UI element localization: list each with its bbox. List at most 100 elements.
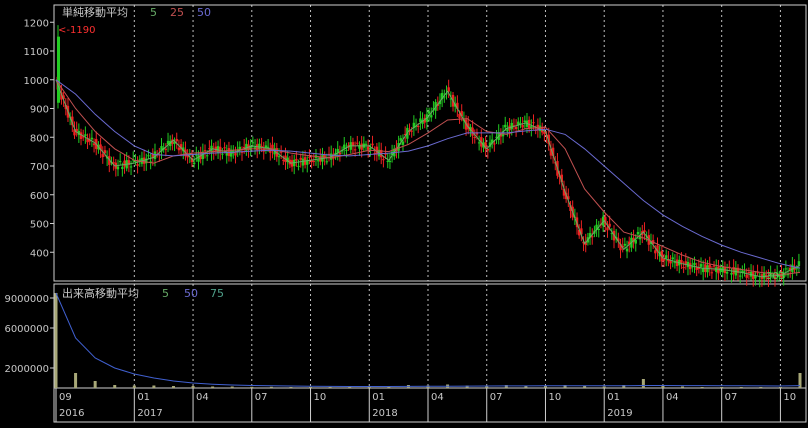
x-month-label: 09 xyxy=(59,392,72,403)
price-y-tick-label: 1200 xyxy=(24,18,49,29)
volume-bar xyxy=(191,386,195,388)
candle-down xyxy=(177,147,181,151)
x-month-label: 10 xyxy=(548,392,561,403)
candle-down xyxy=(608,223,611,227)
volume-bar xyxy=(152,385,156,388)
ma50-line xyxy=(55,79,801,269)
candle-down xyxy=(669,260,672,264)
volume-bar xyxy=(250,386,254,388)
candle-down xyxy=(175,138,178,142)
candle-down xyxy=(208,148,211,150)
candle-up xyxy=(634,239,637,244)
volume-bar xyxy=(93,381,97,388)
price-ma-lines xyxy=(55,79,801,278)
x-month-label: 01 xyxy=(607,392,620,403)
candle-up xyxy=(623,243,627,246)
candle-down xyxy=(712,265,716,267)
high-price-marker: <-1190 xyxy=(58,25,95,36)
candle-down xyxy=(410,130,413,132)
candle-up xyxy=(401,141,405,145)
candle-up xyxy=(138,159,141,161)
x-month-label: 10 xyxy=(783,392,796,403)
candle-up xyxy=(784,268,788,270)
chart-canvas: 400 500 600 700 800 900 1000 1100 1200 2000000 60… xyxy=(4,4,807,423)
candle-up xyxy=(205,155,209,157)
candle-up xyxy=(84,134,87,137)
price-y-tick-label: 400 xyxy=(30,248,49,259)
candle-up xyxy=(701,268,705,273)
x-month-label: 07 xyxy=(255,392,268,403)
x-year-label: 2016 xyxy=(59,408,84,419)
candle-down xyxy=(514,126,518,130)
candle-down xyxy=(295,158,298,161)
candle-up xyxy=(430,115,433,118)
candle-up xyxy=(116,166,120,170)
candle-up xyxy=(325,161,329,163)
candle-down xyxy=(521,125,524,128)
price-y-tick-label: 1100 xyxy=(24,47,49,58)
volume-bar xyxy=(661,386,665,388)
candle-up xyxy=(597,228,600,230)
volume-bar xyxy=(778,387,782,388)
x-month-label: 04 xyxy=(431,392,444,403)
volume-bar xyxy=(269,386,273,388)
candle-down xyxy=(223,147,226,149)
candle-up xyxy=(297,165,300,167)
candle-down xyxy=(299,157,302,160)
candle-down xyxy=(473,136,476,138)
candle-up xyxy=(743,271,746,273)
volume-bar xyxy=(54,293,58,388)
candle-up xyxy=(147,155,150,157)
candle-down xyxy=(360,143,363,150)
candle-down xyxy=(366,146,370,150)
candle-down xyxy=(282,159,285,161)
candle-down xyxy=(234,152,237,156)
candle-up xyxy=(725,271,729,274)
volume-bar xyxy=(74,373,78,388)
candle-down xyxy=(591,236,594,238)
volume-y-tick-label: 6000000 xyxy=(4,324,49,335)
candle-up xyxy=(636,231,640,235)
x-year-label: 2019 xyxy=(607,408,632,419)
price-y-tick-label: 900 xyxy=(30,105,49,116)
volume-bar xyxy=(602,386,606,388)
candle-down xyxy=(312,160,315,162)
candle-up xyxy=(625,248,629,252)
volume-legend-title: 出来高移動平均 xyxy=(62,286,139,300)
candle-up xyxy=(225,152,228,156)
candle-down xyxy=(708,264,711,268)
volume-bar xyxy=(289,387,293,388)
volume-bar xyxy=(211,386,215,388)
candle-up xyxy=(797,261,801,266)
candle-down xyxy=(493,143,496,145)
price-y-tick-label: 600 xyxy=(30,191,49,202)
volume-bar xyxy=(113,385,117,388)
candle-up xyxy=(118,161,122,163)
candle-up xyxy=(258,143,261,149)
x-axis-frame xyxy=(53,387,807,423)
candle-up xyxy=(477,142,481,144)
x-month-label: 10 xyxy=(314,392,327,403)
candle-up xyxy=(277,156,281,158)
low-price-marker: 303 xyxy=(766,271,785,282)
x-month-label: 01 xyxy=(137,392,150,403)
candle-up xyxy=(388,161,392,163)
candle-up xyxy=(221,153,224,155)
candle-up xyxy=(523,120,527,123)
volume-y-ticks: 2000000 6000000 9000000 xyxy=(4,294,54,375)
volume-bar xyxy=(759,387,763,388)
volume-y-tick-label: 9000000 xyxy=(4,294,49,305)
candle-up xyxy=(795,268,798,270)
price-grid xyxy=(133,5,781,281)
candle-down xyxy=(745,274,748,278)
candle-down xyxy=(136,164,139,166)
volume-bar xyxy=(681,386,685,388)
candle-up xyxy=(364,143,368,145)
price-frame xyxy=(53,4,807,282)
volume-legend-ma5: 5 xyxy=(162,287,169,300)
candle-down xyxy=(371,143,374,146)
x-month-label: 07 xyxy=(725,392,738,403)
candle-up xyxy=(427,111,431,114)
candle-down xyxy=(680,259,683,263)
candle-up xyxy=(301,158,305,166)
